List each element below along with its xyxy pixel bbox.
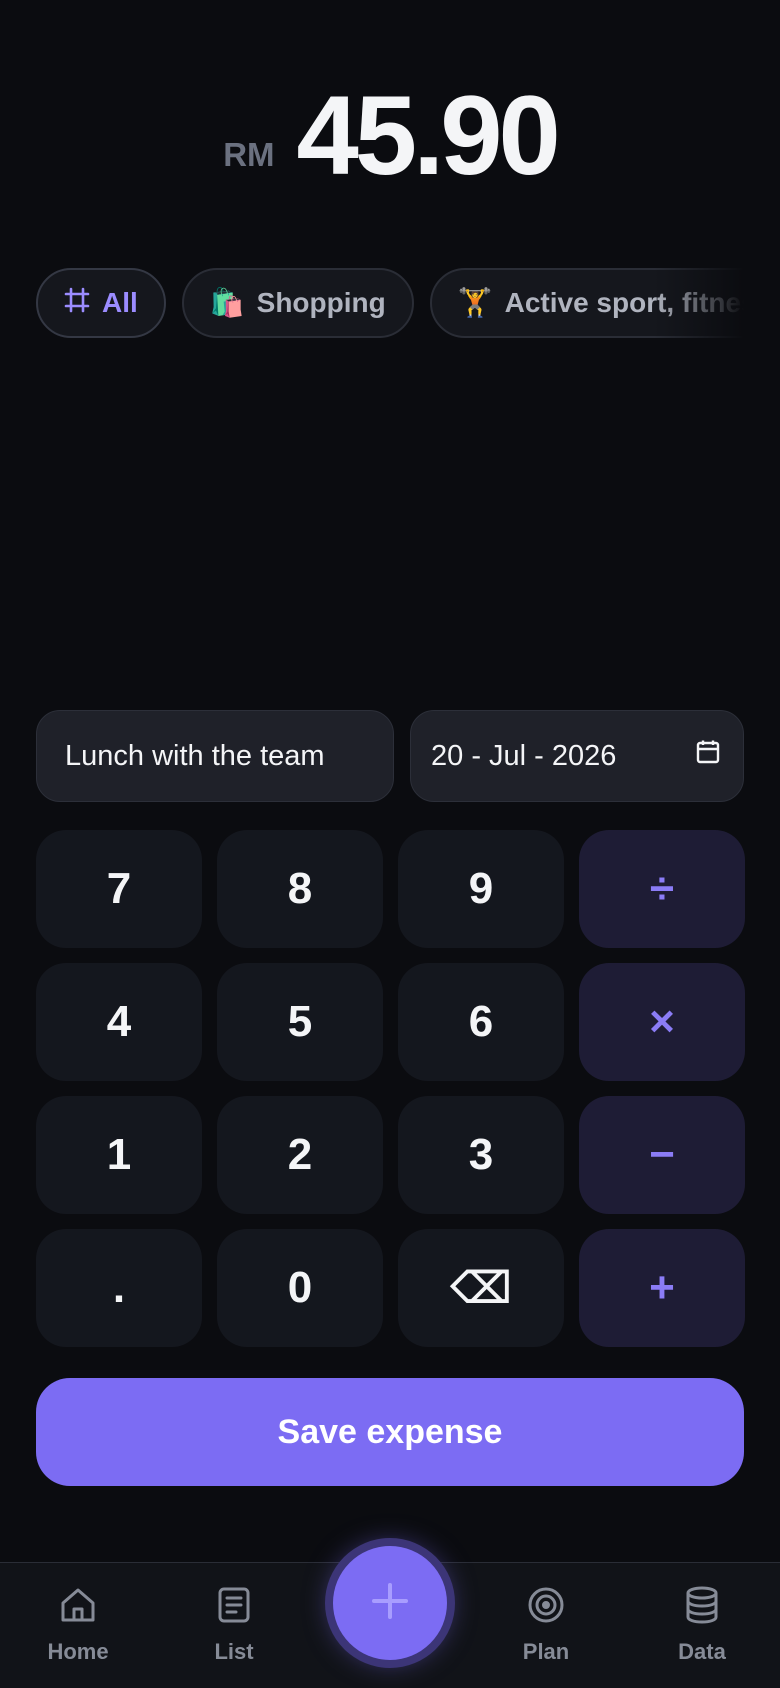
nav-label: Data	[678, 1639, 726, 1664]
category-chips: All 🛍️ Shopping 🏋️ Active sport, fitness	[36, 268, 744, 338]
home-icon	[58, 1585, 98, 1631]
number-keypad: 7 8 9 ÷ 4 5 6 × 1 2 3 − . 0 ⌫ +	[36, 830, 745, 1348]
date-field[interactable]: 20 - Jul - 2026	[410, 710, 744, 802]
nav-item-home[interactable]: Home	[18, 1585, 138, 1675]
key-7[interactable]: 7	[36, 830, 202, 948]
nav-item-list[interactable]: List	[174, 1585, 294, 1675]
nav-label: List	[214, 1639, 254, 1664]
key-8[interactable]: 8	[217, 830, 383, 948]
database-icon	[682, 1585, 722, 1631]
list-icon	[214, 1585, 254, 1631]
backspace-key[interactable]: ⌫	[398, 1229, 564, 1347]
nav-item-plan[interactable]: Plan	[486, 1585, 606, 1675]
weightlifter-emoji: 🏋️	[457, 287, 493, 318]
key-3[interactable]: 3	[398, 1096, 564, 1214]
grid-hash-icon	[64, 287, 90, 320]
key-divide[interactable]: ÷	[579, 830, 745, 948]
category-chip-fitness[interactable]: 🏋️ Active sport, fitness	[429, 268, 744, 338]
key-2[interactable]: 2	[217, 1096, 383, 1214]
currency-label: RM	[223, 136, 275, 173]
category-chip-shopping[interactable]: 🛍️ Shopping	[181, 268, 414, 338]
add-expense-screen: RM 45.90 All 🛍️ Shopping 🏋️ Active sport…	[0, 0, 780, 1688]
key-multiply[interactable]: ×	[579, 963, 745, 1081]
nav-item-data[interactable]: Data	[642, 1585, 762, 1675]
category-chip-all[interactable]: All	[36, 268, 166, 338]
key-9[interactable]: 9	[398, 830, 564, 948]
add-fab-button[interactable]	[333, 1546, 447, 1660]
plus-icon	[370, 1581, 410, 1626]
key-0[interactable]: 0	[217, 1229, 383, 1347]
date-value: 20 - Jul - 2026	[431, 739, 617, 772]
note-input[interactable]	[36, 710, 394, 802]
category-chip-label: All	[102, 287, 138, 318]
amount-display: RM 45.90	[0, 72, 780, 192]
key-decimal[interactable]: .	[36, 1229, 202, 1347]
calendar-icon[interactable]	[695, 739, 721, 773]
key-5[interactable]: 5	[217, 963, 383, 1081]
expense-inputs: 20 - Jul - 2026	[36, 710, 744, 802]
save-expense-button[interactable]: Save expense	[36, 1378, 744, 1486]
nav-label: Home	[47, 1639, 109, 1664]
key-subtract[interactable]: −	[579, 1096, 745, 1214]
category-chip-label: Active sport, fitness	[504, 287, 744, 318]
category-chip-label: Shopping	[256, 287, 386, 318]
target-icon	[526, 1585, 566, 1631]
nav-label: Plan	[522, 1639, 570, 1664]
key-6[interactable]: 6	[398, 963, 564, 1081]
shopping-bag-emoji: 🛍️	[209, 287, 245, 318]
key-4[interactable]: 4	[36, 963, 202, 1081]
key-1[interactable]: 1	[36, 1096, 202, 1214]
key-add[interactable]: +	[579, 1229, 745, 1347]
amount-value: 45.90	[296, 73, 561, 198]
